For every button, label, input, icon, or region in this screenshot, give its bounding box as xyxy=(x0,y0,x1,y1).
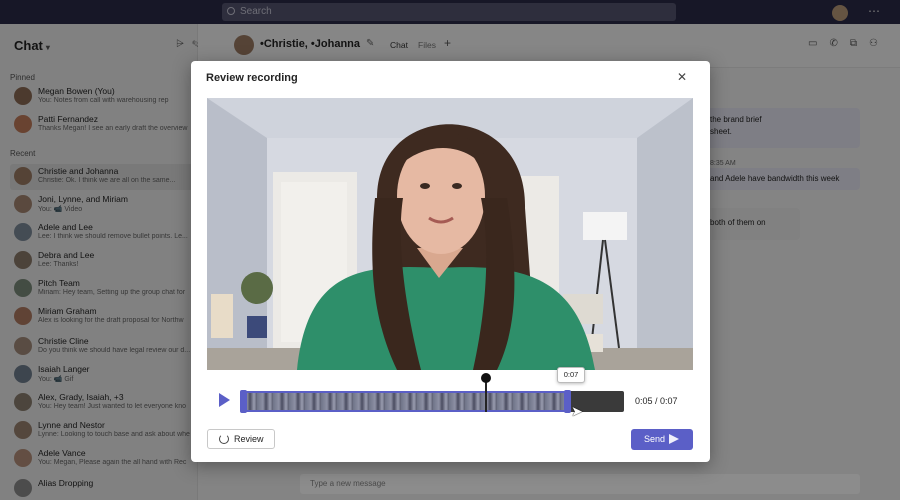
send-button[interactable]: Send xyxy=(631,429,693,450)
trim-start-handle[interactable] xyxy=(240,390,247,413)
timecode: 0:05 / 0:07 xyxy=(635,396,678,406)
trim-end-handle[interactable] xyxy=(564,390,571,413)
play-button[interactable] xyxy=(219,393,230,407)
trim-selection xyxy=(241,391,570,412)
send-icon xyxy=(669,434,679,444)
close-icon[interactable]: ✕ xyxy=(677,70,687,84)
playhead-line xyxy=(485,379,487,412)
retry-icon xyxy=(219,434,229,444)
review-button[interactable]: Review xyxy=(207,429,275,449)
trim-time-tooltip: 0:07 xyxy=(557,367,585,383)
dialog-title: Review recording xyxy=(206,72,298,84)
mouse-cursor-icon: ➤ xyxy=(571,403,583,419)
video-frame-illustration xyxy=(207,98,693,370)
review-recording-dialog: Review recording ✕ 0:07 ➤ 0:05 / 0:07 Re… xyxy=(191,61,710,462)
video-preview[interactable] xyxy=(207,98,693,370)
trim-timeline[interactable] xyxy=(240,373,624,413)
playhead-handle[interactable] xyxy=(481,373,491,383)
